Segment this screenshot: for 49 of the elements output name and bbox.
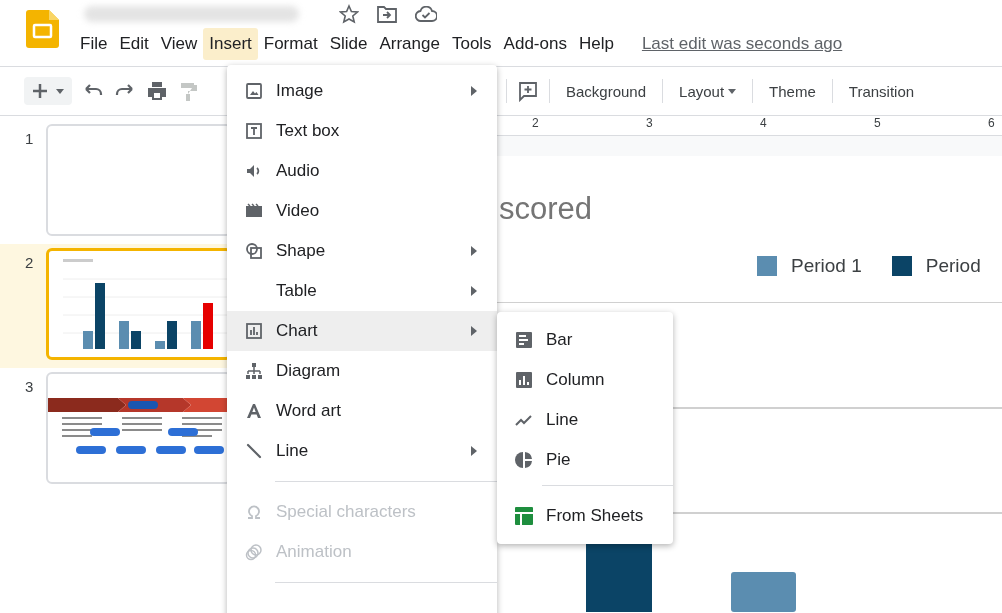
- caret-icon: [56, 88, 64, 94]
- menu-item[interactable]: Slide: [323, 28, 374, 60]
- legend-label: Period: [925, 255, 981, 277]
- menu-option[interactable]: Line: [497, 400, 673, 440]
- letter-a-icon: [244, 401, 264, 421]
- plus-icon: [32, 83, 48, 99]
- toolbar-button[interactable]: Theme: [763, 78, 822, 104]
- move-folder-icon[interactable]: [377, 5, 397, 23]
- menu-item[interactable]: Format: [257, 28, 324, 60]
- menu-item[interactable]: Edit: [113, 28, 155, 60]
- chart-title: scored: [499, 191, 594, 227]
- cloud-saved-icon[interactable]: [415, 6, 437, 22]
- text-box-icon: [244, 121, 264, 141]
- print-icon[interactable]: [146, 80, 168, 102]
- legend-label: Period 1: [791, 255, 862, 277]
- menu-option[interactable]: Column: [497, 360, 673, 400]
- bar-chart-icon: [514, 330, 534, 350]
- menu-option[interactable]: Pie: [497, 440, 673, 480]
- pie-chart-icon: [514, 450, 534, 470]
- animation-icon: [244, 542, 264, 562]
- slide-number: 3: [25, 378, 35, 395]
- star-icon[interactable]: [339, 4, 359, 24]
- add-comment-icon[interactable]: [517, 80, 539, 102]
- menu-item[interactable]: View: [154, 28, 204, 60]
- menu-item[interactable]: Insert: [203, 28, 258, 60]
- menu-option[interactable]: Bar: [497, 320, 673, 360]
- slide-number: 2: [25, 254, 35, 271]
- chart-bar: [731, 572, 796, 612]
- toolbar-button[interactable]: Background: [560, 78, 653, 104]
- chart-icon: [244, 321, 264, 341]
- new-slide-button[interactable]: [24, 77, 72, 105]
- menu-item[interactable]: Add-ons: [497, 28, 573, 60]
- toolbar-button[interactable]: Transition: [842, 78, 921, 104]
- sheets-icon: [514, 506, 534, 526]
- menu-item[interactable]: File: [74, 28, 114, 60]
- column-chart-icon: [514, 370, 534, 390]
- shape-icon: [244, 241, 264, 261]
- menu-option[interactable]: Chart: [227, 311, 497, 351]
- menu-item[interactable]: Help: [572, 28, 620, 60]
- slide-number: 1: [25, 130, 35, 147]
- menu-option[interactable]: From Sheets: [497, 496, 673, 536]
- menu-option[interactable]: Image: [227, 71, 497, 111]
- menu-item[interactable]: Tools: [445, 28, 498, 60]
- menu-item[interactable]: Arrange: [373, 28, 446, 60]
- diagram-icon: [244, 361, 264, 381]
- line-icon: [244, 441, 264, 461]
- toolbar-button[interactable]: Layout: [673, 78, 743, 104]
- image-icon: [244, 81, 264, 101]
- last-edit-link[interactable]: Last edit was seconds ago: [641, 34, 843, 54]
